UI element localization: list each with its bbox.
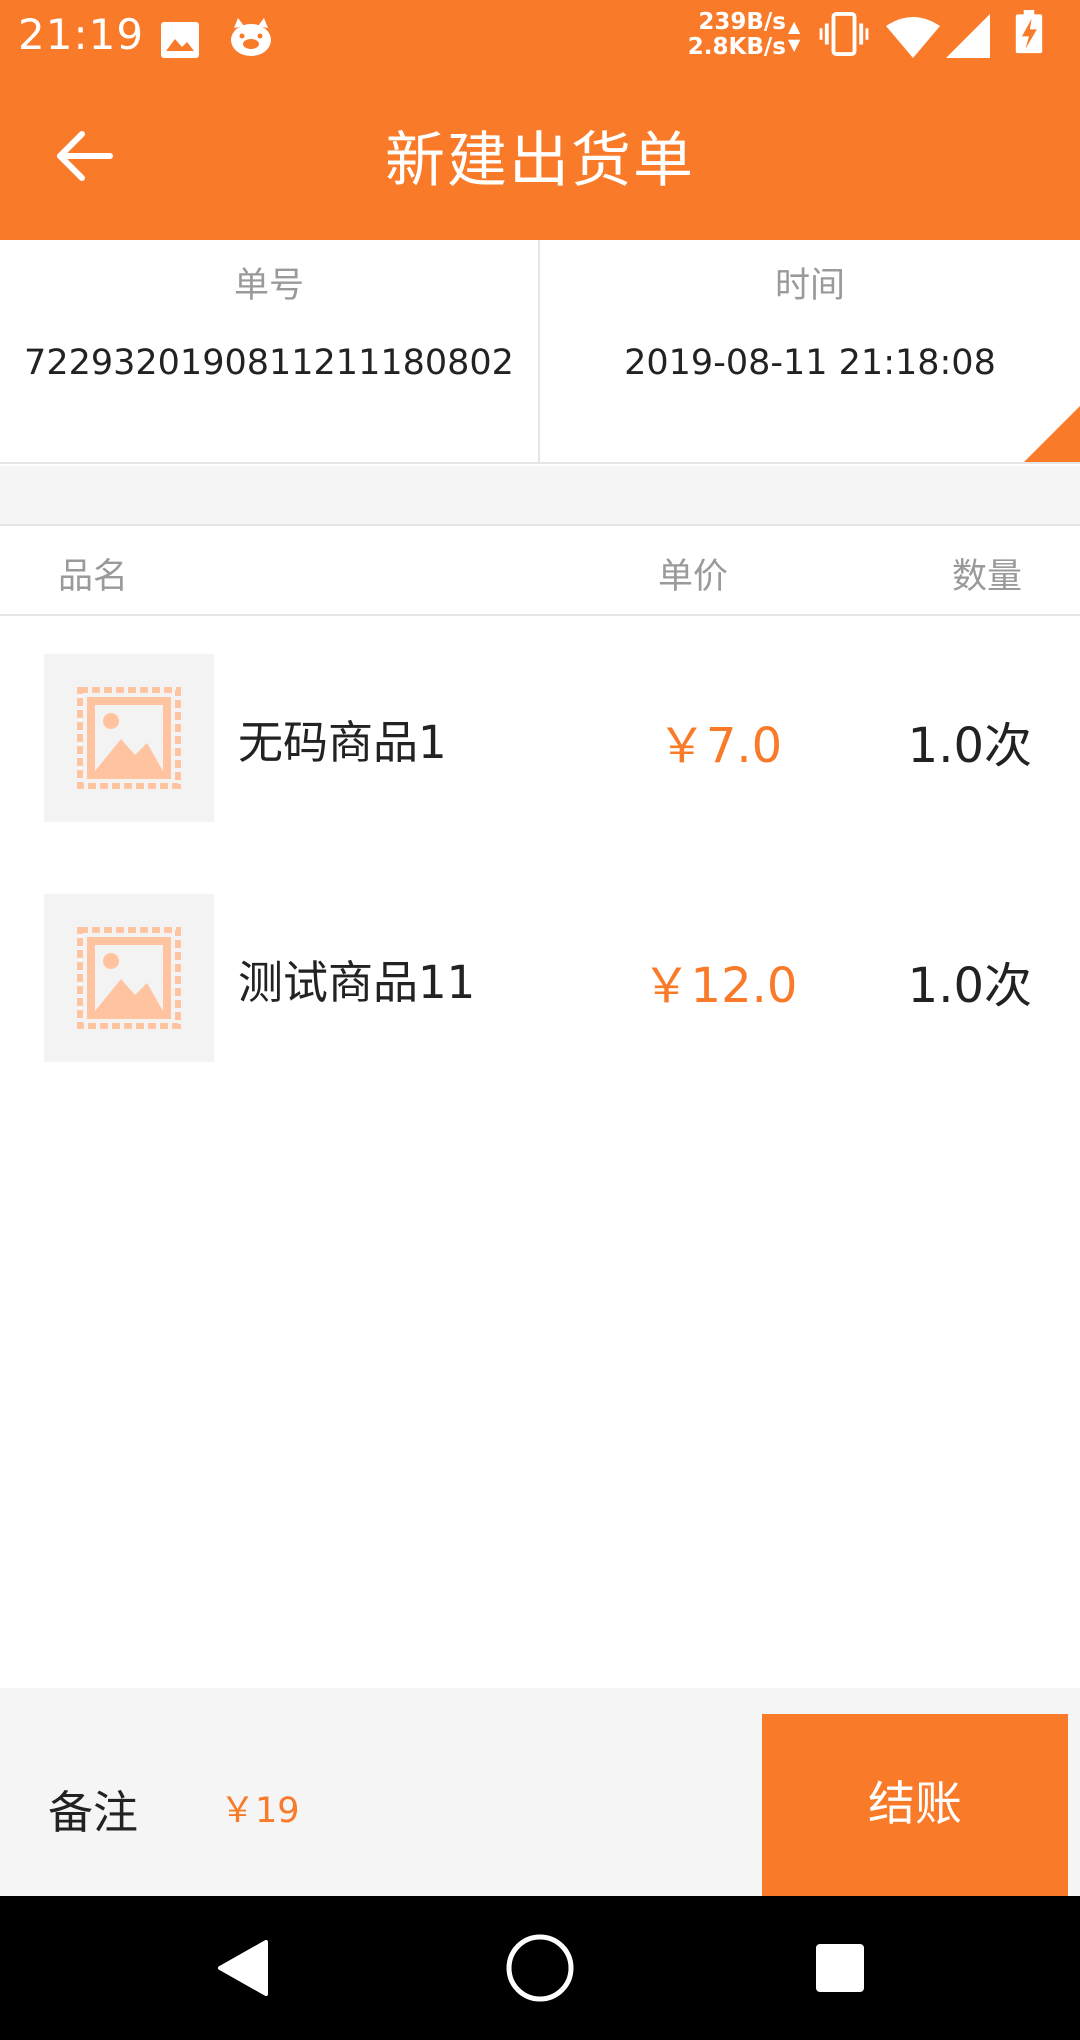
table-header: 品名 单价 数量 [0,526,1080,616]
vibrate-icon [819,12,869,56]
header-qty: 数量 [951,557,1022,597]
product-quantity[interactable]: 1.0次 [908,946,1032,1016]
section-divider [0,466,1080,526]
image-placeholder-icon [77,927,181,1029]
order-info: 单号 7229320190811211180802 时间 2019-08-11 … [0,240,1080,464]
net-up-speed: 239B/s [698,9,786,35]
order-time-value: 2019-08-11 21:18:08 [624,343,996,383]
product-row[interactable]: 测试商品11 ￥12.0 1.0次 [0,858,1080,1098]
image-icon [161,22,199,58]
order-time-section[interactable]: 时间 2019-08-11 21:18:08 [540,240,1080,462]
net-down-speed: 2.8KB/s [687,34,786,60]
product-thumbnail [44,654,214,822]
nav-recents-icon[interactable] [804,1932,876,2004]
product-price: ￥12.0 [642,958,798,1014]
checkout-button[interactable]: 结账 [762,1714,1068,1896]
product-name: 测试商品11 [238,956,476,1009]
page-title: 新建出货单 [385,126,695,196]
order-time-label: 时间 [774,266,845,306]
system-nav-bar [0,1896,1080,2040]
bottom-bar: 备注 ￥19 结账 [0,1688,1080,1896]
signal-icon [946,14,990,58]
remark-button[interactable]: 备注 [48,1776,138,1841]
product-row[interactable]: 无码商品1 ￥7.0 1.0次 [0,618,1080,858]
corner-marker-icon [1024,406,1080,462]
status-time: 21:19 [18,10,145,59]
nav-back-icon[interactable] [206,1932,278,2004]
order-number-section: 单号 7229320190811211180802 [0,240,540,462]
header-price: 单价 [658,557,729,597]
net-arrows-icon: ▲ ▼ [788,17,801,54]
product-name: 无码商品1 [238,716,447,769]
product-quantity[interactable]: 1.0次 [908,706,1032,776]
battery-charging-icon [1015,10,1043,54]
order-number-value: 7229320190811211180802 [24,343,514,383]
nav-home-icon[interactable] [504,1932,576,2004]
wifi-icon [886,17,940,58]
network-speed: 239B/s 2.8KB/s [686,10,786,60]
product-thumbnail [44,894,214,1062]
header-name: 品名 [58,557,129,597]
product-price: ￥7.0 [657,718,783,774]
app-bar: 新建出货单 [0,72,1080,240]
image-placeholder-icon [77,687,181,789]
status-bar: 21:19 239B/s 2.8KB/s ▲ ▼ [0,0,1080,72]
notification-app-icon [231,18,271,56]
total-amount: ￥19 [220,1791,300,1831]
order-number-label: 单号 [233,266,304,306]
